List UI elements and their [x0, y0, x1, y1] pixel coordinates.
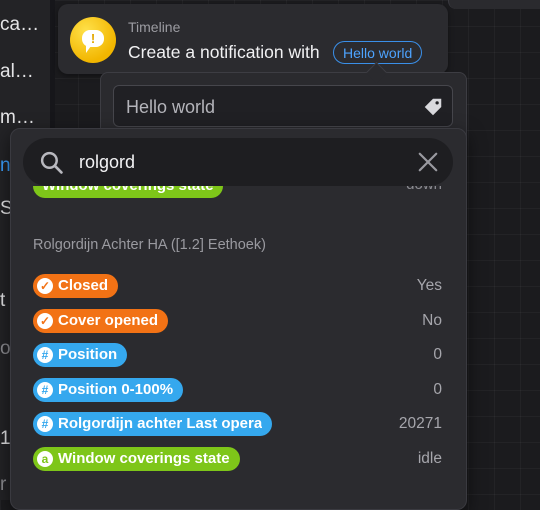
sidebar-item[interactable]: m…	[0, 107, 50, 129]
capability-value: 0	[433, 381, 442, 398]
capability-pill[interactable]: Window coverings state	[33, 186, 223, 198]
close-icon[interactable]	[417, 151, 439, 173]
message-text-value[interactable]: Hello world	[126, 97, 215, 118]
capability-row[interactable]: a Window coverings state idle	[11, 442, 466, 476]
tag-icon[interactable]	[422, 96, 444, 118]
search-bar[interactable]	[23, 138, 453, 186]
sidebar-item[interactable]: al…	[0, 61, 50, 83]
device-group-heading: Rolgordijn Achter HA ([1.2] Eethoek)	[33, 237, 266, 253]
boolean-type-icon: ✓	[37, 278, 53, 294]
capability-pill[interactable]: # Rolgordijn achter Last opera	[33, 412, 273, 436]
capability-pill[interactable]: ✓ Cover opened	[33, 309, 169, 333]
boolean-type-icon: ✓	[37, 313, 53, 329]
capability-label: Position	[58, 346, 118, 363]
capability-row[interactable]: # Rolgordijn achter Last opera 20271	[11, 407, 466, 441]
capability-label: Window coverings state	[58, 450, 230, 467]
card-category-label: Timeline	[128, 19, 181, 35]
number-type-icon: #	[37, 382, 53, 398]
number-type-icon: #	[37, 416, 53, 432]
capability-label: Closed	[58, 277, 109, 294]
capability-label: Cover opened	[58, 312, 159, 329]
list-item-partial[interactable]: Window coverings state down	[11, 186, 466, 206]
string-type-icon: a	[37, 451, 53, 467]
capability-row[interactable]: # Position 0-100% 0	[11, 373, 466, 407]
capability-row[interactable]: ✓ Cover opened No	[11, 304, 466, 338]
hello-world-token[interactable]: Hello world	[333, 41, 423, 64]
capability-value: idle	[417, 450, 442, 467]
search-input[interactable]	[79, 138, 379, 186]
capability-pill[interactable]: ✓ Closed	[33, 274, 119, 298]
capability-row[interactable]: ✓ Closed Yes	[11, 269, 466, 303]
top-corner-panel	[448, 0, 540, 9]
number-type-icon: #	[37, 347, 53, 363]
token-search-dropdown: Window coverings state down Rolgordijn A…	[10, 128, 467, 510]
capability-row[interactable]: # Position 0	[11, 338, 466, 372]
capability-value: 20271	[398, 415, 442, 432]
capability-pill[interactable]: # Position 0-100%	[33, 378, 184, 402]
sidebar-item[interactable]: ca…	[0, 14, 50, 36]
capability-label: Position 0-100%	[58, 381, 174, 398]
capability-value: down	[406, 186, 442, 193]
capability-pill[interactable]: a Window coverings state	[33, 447, 240, 471]
timeline-action-card[interactable]: ! Timeline Create a notification with He…	[58, 4, 448, 74]
search-icon	[40, 151, 63, 174]
alert-bubble-icon: !	[70, 17, 116, 63]
message-text-field[interactable]: Hello world	[113, 85, 453, 127]
capability-pill[interactable]: # Position	[33, 343, 128, 367]
capability-value: No	[422, 312, 442, 329]
capability-label: Rolgordijn achter Last opera	[58, 415, 263, 432]
capability-value: Yes	[416, 277, 442, 294]
card-title: Create a notification with	[128, 42, 320, 62]
capability-value: 0	[433, 346, 442, 363]
